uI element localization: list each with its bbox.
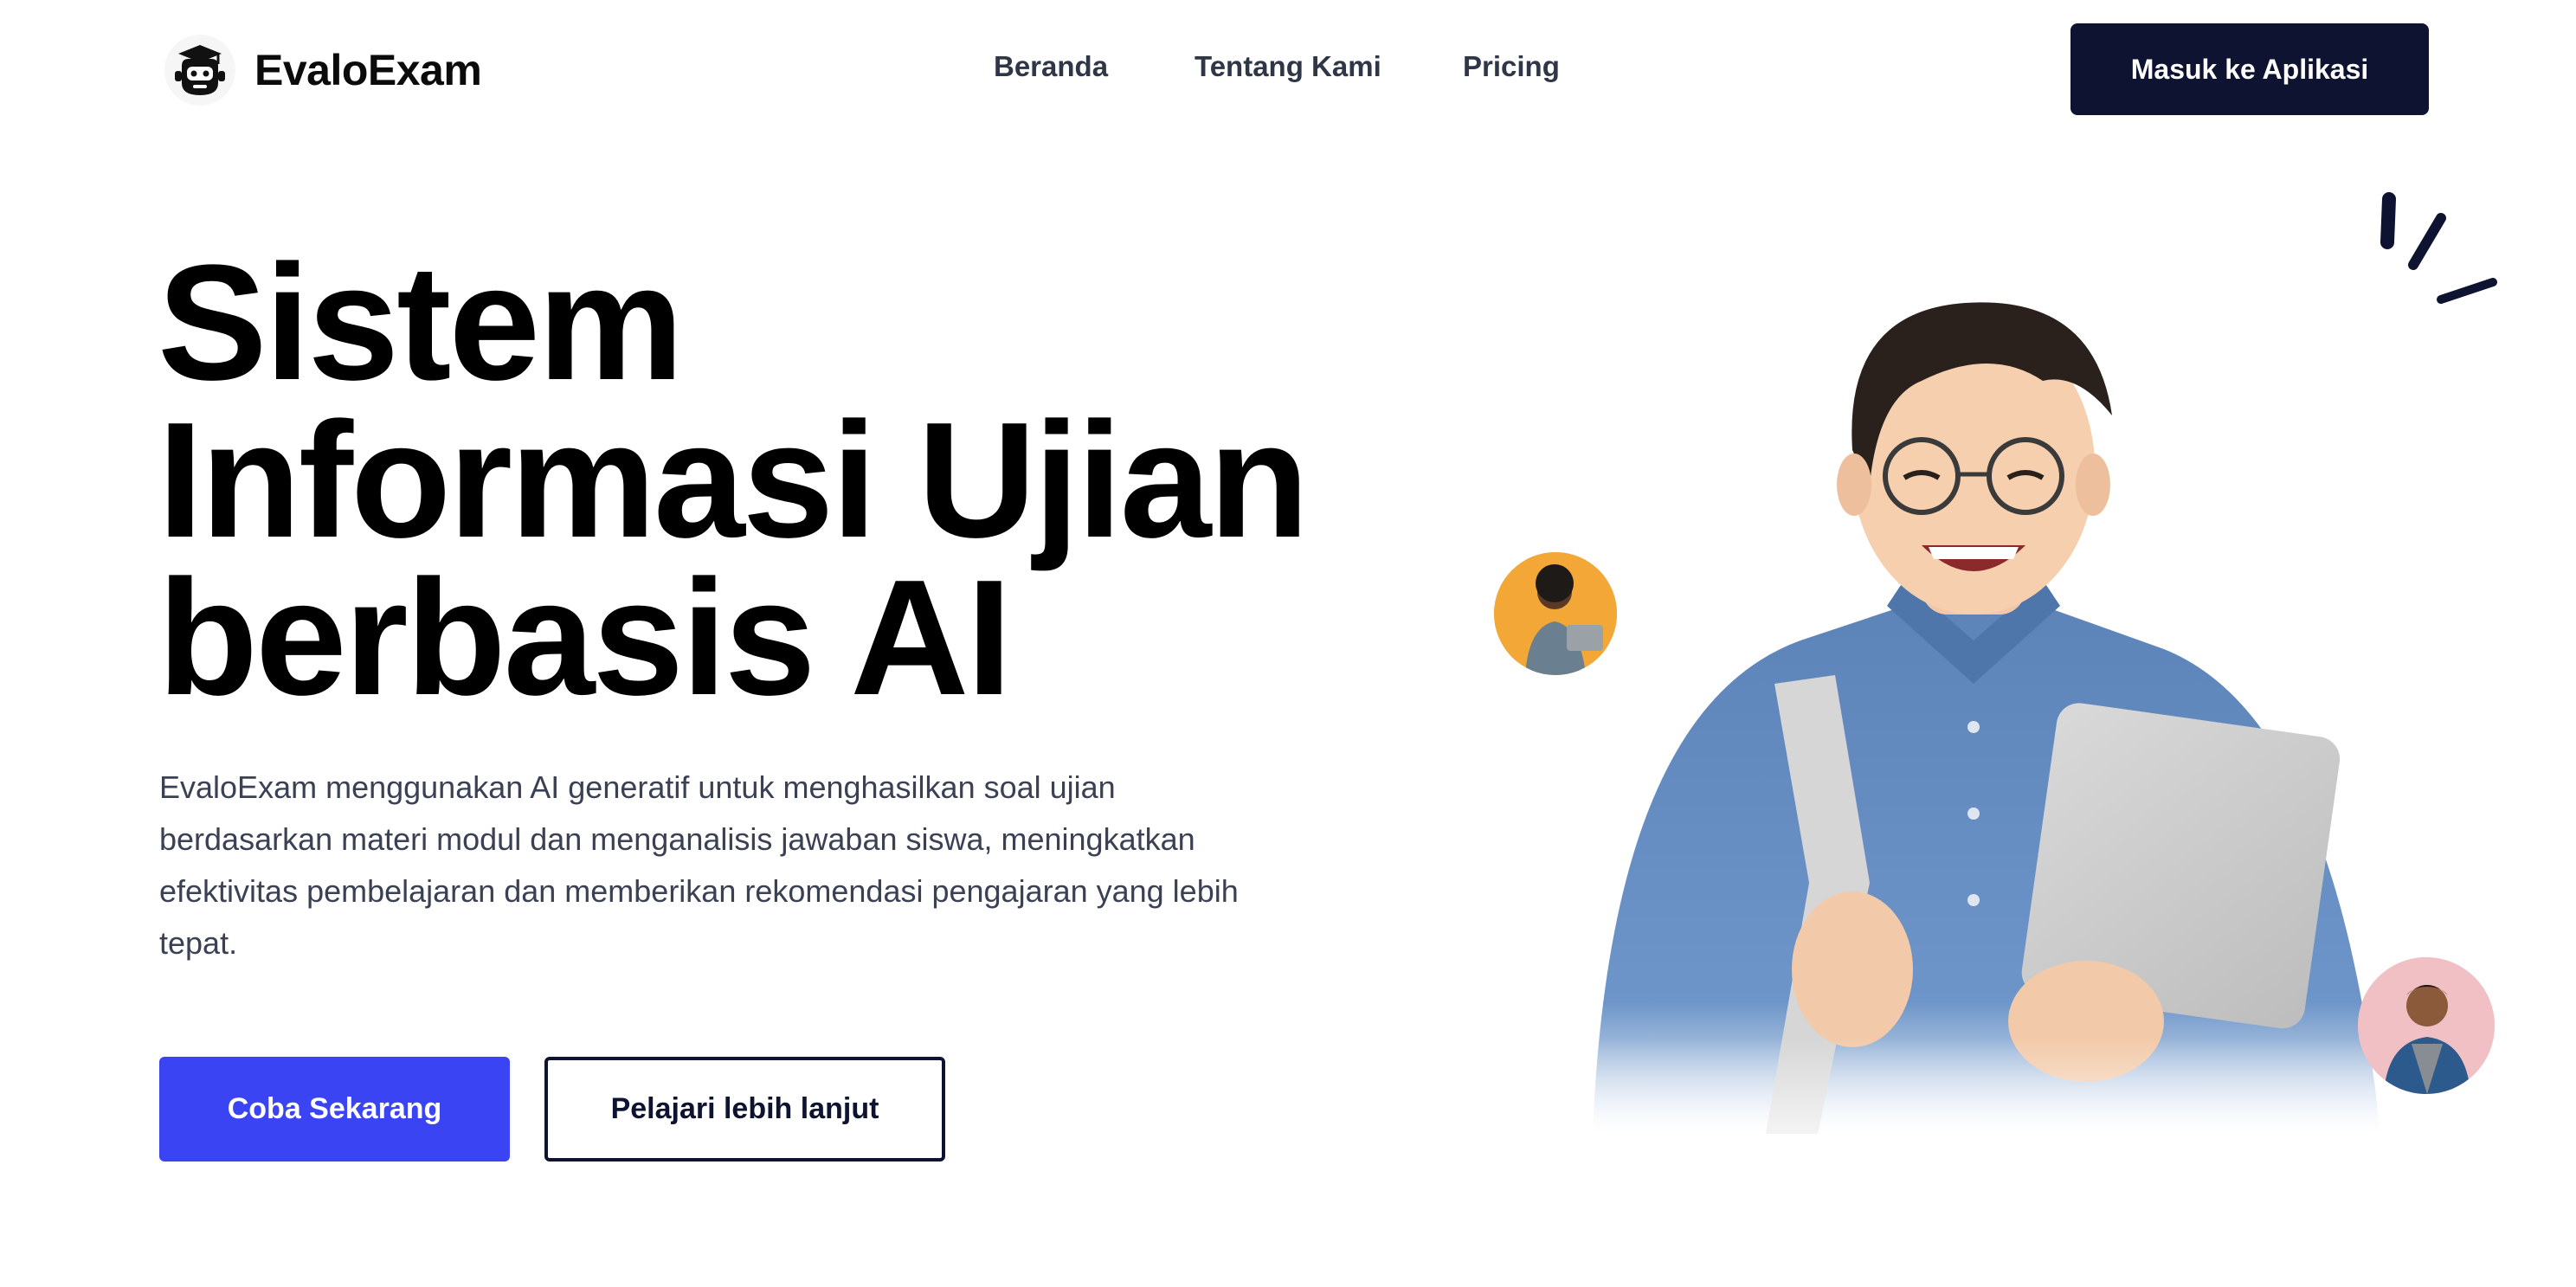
nav-link-tentang-kami[interactable]: Tentang Kami xyxy=(1195,50,1381,83)
student-avatar-1 xyxy=(1494,552,1617,675)
brand-logo[interactable]: EvaloExam xyxy=(164,35,482,106)
hero-title-line: berbasis AI xyxy=(158,546,1012,730)
brand-name: EvaloExam xyxy=(254,46,482,94)
learn-more-button[interactable]: Pelajari lebih lanjut xyxy=(544,1057,945,1162)
login-app-button[interactable]: Masuk ke Aplikasi xyxy=(2070,23,2429,115)
hero-description: EvaloExam menggunakan AI generatif untuk… xyxy=(159,769,1239,961)
graduation-robot-icon xyxy=(164,35,235,106)
nav-link-beranda[interactable]: Beranda xyxy=(994,50,1108,83)
student-photo xyxy=(1558,302,2406,1168)
hero-title-line: Informasi Ujian xyxy=(158,389,1310,572)
nav-link-pricing[interactable]: Pricing xyxy=(1463,50,1560,83)
student-avatar-2 xyxy=(2358,957,2495,1094)
site-header: EvaloExam Beranda Tentang Kami Pricing M… xyxy=(0,0,2576,138)
try-now-button[interactable]: Coba Sekarang xyxy=(159,1057,510,1162)
hero-title: Sistem Informasi Ujian berbasis AI xyxy=(158,231,1369,730)
hero-title-line: Sistem xyxy=(158,231,684,415)
